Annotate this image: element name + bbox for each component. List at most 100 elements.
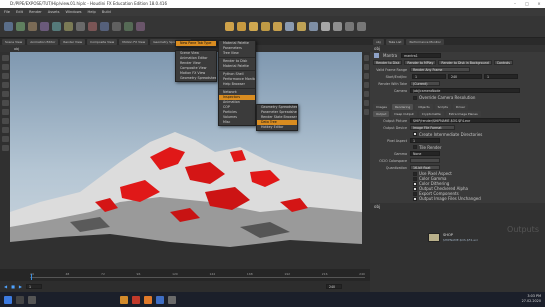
vr-camera-icon[interactable] bbox=[333, 22, 342, 31]
app-icon[interactable] bbox=[156, 295, 164, 304]
scale-tool-icon[interactable] bbox=[1, 82, 9, 88]
menu-render[interactable]: Render bbox=[29, 10, 42, 14]
create-dirs-checkbox[interactable] bbox=[413, 132, 417, 136]
path-left[interactable]: obj bbox=[14, 47, 19, 51]
override-camera-checkbox[interactable] bbox=[413, 95, 417, 100]
color-gamma-checkbox[interactable] bbox=[413, 176, 417, 181]
end-frame-param-field[interactable]: 240 bbox=[448, 74, 482, 79]
bounding-icon[interactable] bbox=[363, 100, 369, 106]
export-components-checkbox[interactable] bbox=[413, 191, 417, 196]
end-frame-field[interactable]: 240 bbox=[325, 284, 342, 289]
tab-render-view[interactable]: Render View bbox=[60, 38, 86, 45]
explorer-icon[interactable] bbox=[120, 295, 128, 304]
menu-new-pane-tab-type[interactable]: New Pane Tab Type bbox=[176, 41, 216, 46]
tile-render-checkbox[interactable] bbox=[413, 145, 417, 149]
light-gi-icon[interactable] bbox=[309, 22, 318, 31]
output-picture-field[interactable]: $HIP/render/$HIPNAME.$OS.$F4.exr bbox=[410, 118, 520, 123]
tab-extra-image-planes[interactable]: Extra Image Planes bbox=[445, 110, 481, 117]
menu-windows[interactable]: Windows bbox=[65, 10, 81, 14]
start-icon[interactable] bbox=[4, 295, 12, 304]
light-spot-icon[interactable] bbox=[237, 22, 246, 31]
shading-icon[interactable] bbox=[363, 64, 369, 70]
tab-deep-output[interactable]: Deep Output bbox=[391, 110, 417, 117]
tab-take-list[interactable]: Take List bbox=[385, 38, 405, 45]
maximize-icon[interactable]: □ bbox=[521, 0, 533, 8]
minimize-icon[interactable]: – bbox=[509, 0, 521, 8]
stop-icon[interactable]: ■ bbox=[11, 284, 15, 289]
light-sky-icon[interactable] bbox=[297, 22, 306, 31]
ocio-select[interactable] bbox=[410, 158, 440, 163]
view-tool-icon[interactable] bbox=[1, 109, 9, 115]
houdini-icon[interactable] bbox=[144, 295, 152, 304]
tab-obj[interactable]: obj bbox=[373, 38, 384, 45]
app2-icon[interactable] bbox=[168, 295, 176, 304]
play-back-icon[interactable]: ◀ bbox=[4, 284, 7, 289]
render-background-button[interactable]: Render to Disk in Background bbox=[438, 60, 492, 65]
move-tool-icon[interactable] bbox=[1, 64, 9, 70]
tab-performance-monitor[interactable]: Performance Monitor bbox=[406, 38, 444, 45]
task-view-icon[interactable] bbox=[28, 295, 36, 304]
network-pane[interactable]: obj SHOP $HIPNAME.$OS.$F4.exr Outputs bbox=[370, 203, 545, 292]
node-name-field[interactable]: mantra1 bbox=[401, 53, 442, 58]
tab-objects[interactable]: Objects bbox=[415, 103, 433, 110]
tab-rendering[interactable]: Rendering bbox=[391, 103, 414, 110]
lighting-icon[interactable] bbox=[363, 73, 369, 79]
browser-icon[interactable] bbox=[132, 295, 140, 304]
snap-tool-icon[interactable] bbox=[1, 118, 9, 124]
timeline[interactable]: 24 48 72 96 120 144 168 192 216 240 bbox=[0, 269, 370, 281]
menu-tree-view[interactable]: Tree View bbox=[219, 51, 255, 56]
menu-material-palette-2[interactable]: Material Palette bbox=[219, 64, 255, 69]
menu-help[interactable]: Help bbox=[88, 10, 96, 14]
create-grid-icon[interactable] bbox=[52, 22, 61, 31]
menu-file[interactable]: File bbox=[4, 10, 10, 14]
camera-icon[interactable] bbox=[321, 22, 330, 31]
tab-scripts[interactable]: Scripts bbox=[434, 103, 451, 110]
render-to-mplay-button[interactable]: Render to MPlay bbox=[404, 60, 437, 65]
ghost-icon[interactable] bbox=[363, 91, 369, 97]
menu-help-browser[interactable]: Help Browser bbox=[219, 82, 255, 87]
menu-build[interactable]: Build bbox=[102, 10, 111, 14]
start-frame-field[interactable]: 1 bbox=[412, 74, 446, 79]
gamepad-camera-icon[interactable] bbox=[357, 22, 366, 31]
menu-geometry-spreadsheet[interactable]: Geometry Spreadsheet bbox=[176, 76, 216, 81]
handle-tool-icon[interactable] bbox=[1, 91, 9, 97]
create-torus-icon[interactable] bbox=[40, 22, 49, 31]
tab-images[interactable]: Images bbox=[373, 103, 390, 110]
quantization-select[interactable]: 16-bit float bbox=[410, 165, 440, 170]
close-icon[interactable]: × bbox=[533, 0, 545, 8]
use-pixel-aspect-checkbox[interactable] bbox=[413, 171, 417, 176]
pin-tool-icon[interactable] bbox=[1, 145, 9, 151]
tab-cryptomatte[interactable]: Cryptomatte bbox=[418, 110, 444, 117]
frame-field[interactable]: 1 bbox=[25, 284, 42, 289]
inc-frame-field[interactable]: 1 bbox=[484, 74, 518, 79]
create-null-icon[interactable] bbox=[112, 22, 121, 31]
light-geo-icon[interactable] bbox=[261, 22, 270, 31]
menu-edit[interactable]: Edit bbox=[16, 10, 23, 14]
controls-button[interactable]: Controls bbox=[493, 60, 513, 65]
play-icon[interactable]: ▶ bbox=[19, 284, 22, 289]
menu-hotkey-editor[interactable]: Hotkey Editor bbox=[257, 125, 297, 130]
light-point-icon[interactable] bbox=[225, 22, 234, 31]
network-path[interactable]: obj bbox=[374, 204, 380, 209]
color-dithering-checkbox[interactable] bbox=[413, 181, 417, 186]
checkered-alpha-checkbox[interactable] bbox=[413, 186, 417, 191]
rotate-tool-icon[interactable] bbox=[1, 73, 9, 79]
tab-composite-view[interactable]: Composite View bbox=[87, 38, 118, 45]
light-distant-icon[interactable] bbox=[273, 22, 282, 31]
tab-scene-view[interactable]: Scene View bbox=[2, 38, 26, 45]
tab-driver[interactable]: Driver bbox=[452, 103, 469, 110]
select-tool-icon[interactable] bbox=[1, 55, 9, 61]
create-sphere-icon[interactable] bbox=[16, 22, 25, 31]
gamma-field[interactable]: None bbox=[410, 151, 440, 156]
tab-motion-fx-view[interactable]: Motion FX View bbox=[119, 38, 149, 45]
create-font-icon[interactable] bbox=[100, 22, 109, 31]
create-camera-icon[interactable] bbox=[136, 22, 145, 31]
display-options-icon[interactable] bbox=[363, 55, 369, 61]
pose-tool-icon[interactable] bbox=[1, 100, 9, 106]
render-with-take-select[interactable]: (Current) bbox=[410, 81, 440, 86]
camera-field[interactable]: /obj/cameraNode bbox=[410, 88, 520, 93]
shop-node[interactable] bbox=[428, 233, 440, 242]
output-unchanged-checkbox[interactable] bbox=[413, 196, 417, 201]
light-env-icon[interactable] bbox=[285, 22, 294, 31]
create-curve-icon[interactable] bbox=[64, 22, 73, 31]
